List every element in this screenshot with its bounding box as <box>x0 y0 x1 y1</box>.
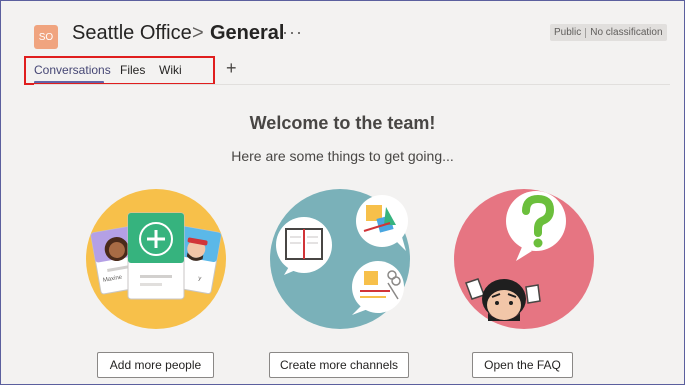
create-more-channels-button[interactable]: Create more channels <box>269 352 409 378</box>
add-more-people-button[interactable]: Add more people <box>97 352 214 378</box>
channel-name: General <box>210 22 285 44</box>
people-cards-illustration: Maxine y <box>86 189 226 329</box>
add-tab-icon[interactable]: + <box>226 58 237 79</box>
visibility-label: Public <box>554 27 582 38</box>
channel-header: SO Seattle Office > General ··· Public N… <box>1 1 684 89</box>
welcome-subtitle: Here are some things to get going... <box>231 148 454 164</box>
header-divider <box>34 84 670 85</box>
more-options-icon[interactable]: ··· <box>282 22 303 43</box>
open-faq-button[interactable]: Open the FAQ <box>472 352 573 378</box>
notebook-channels-illustration <box>270 189 410 329</box>
team-avatar[interactable]: SO <box>34 25 58 49</box>
faq-question-illustration <box>454 189 594 329</box>
teams-channel-window: SO Seattle Office > General ··· Public N… <box>0 0 685 385</box>
team-name[interactable]: Seattle Office <box>72 22 192 45</box>
classification-label: No classification <box>590 27 663 38</box>
classification-badge: Public No classification <box>550 24 667 41</box>
tabs-highlight-box <box>24 56 215 85</box>
welcome-title: Welcome to the team! <box>249 113 436 133</box>
breadcrumb-chevron-icon: > <box>192 22 204 44</box>
badge-divider <box>585 27 587 38</box>
